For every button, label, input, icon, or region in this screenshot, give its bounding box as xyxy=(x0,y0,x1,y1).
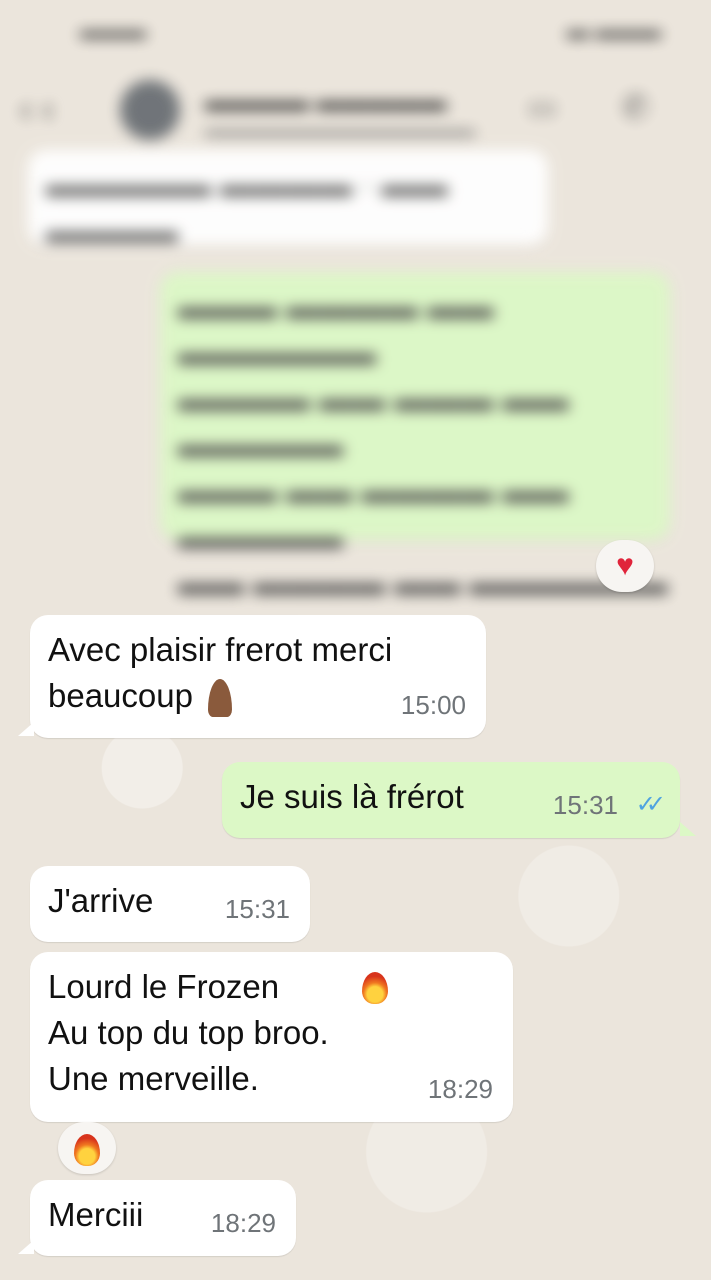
message-text: Je suis là frérot xyxy=(240,778,464,815)
incoming-message-1[interactable]: Avec plaisir frerot merci beaucoup 15:00 xyxy=(30,615,486,738)
message-text: Lourd le Frozen Au top du top broo. Une … xyxy=(48,968,329,1097)
bubble-tail xyxy=(18,722,34,736)
fire-reaction-icon[interactable] xyxy=(58,1122,116,1174)
message-time: 15:31 xyxy=(224,894,290,924)
message-text: Avec plaisir frerot merci beaucoup xyxy=(48,627,392,719)
status-bar: ▬▬▬ ▬ ▬▬▬ xyxy=(0,10,711,50)
video-call-icon[interactable]: ▭ xyxy=(528,90,556,125)
blurred-incoming-message: ▬▬▬▬▬ ▬▬▬▬ · ▬▬ ▬▬▬▬ xyxy=(28,150,548,249)
back-icon[interactable]: ‹ ‹ xyxy=(20,88,54,130)
heart-reaction-icon[interactable]: ♥ xyxy=(596,540,654,592)
avatar[interactable] xyxy=(120,80,180,140)
message-time: 15:31 xyxy=(552,790,618,820)
message-time: 18:29 xyxy=(427,1074,493,1104)
folded-hands-emoji xyxy=(202,679,238,718)
bubble-tail xyxy=(680,822,696,836)
message-text: Merciii xyxy=(48,1196,144,1233)
contact-status: ▬▬▬▬▬▬▬▬▬▬▬▬▬▬▬ xyxy=(205,120,475,140)
fire-emoji xyxy=(362,970,388,1004)
outgoing-message-2[interactable]: Je suis là frérot 15:31 ✓✓ xyxy=(222,762,680,838)
incoming-message-3[interactable]: J'arrive 15:31 xyxy=(30,866,310,942)
status-time: ▬▬▬ xyxy=(80,18,146,43)
message-time: 18:29 xyxy=(210,1208,276,1238)
phone-call-icon[interactable]: ✆ xyxy=(622,88,649,126)
chat-header: ‹ ‹ ▬▬▬▬ ▬▬▬▬▬ ▬▬▬▬▬▬▬▬▬▬▬▬▬▬▬ ▭ ✆ xyxy=(0,70,711,150)
bubble-tail xyxy=(18,1240,34,1254)
blurred-outgoing-message: ▬▬▬ ▬▬▬▬ ▬▬ ▬▬▬▬▬▬ ▬▬▬▬ ▬▬ ▬▬▬ ▬▬ ▬▬▬▬▬ … xyxy=(160,272,670,693)
contact-name[interactable]: ▬▬▬▬ ▬▬▬▬▬ xyxy=(205,86,446,117)
incoming-message-5[interactable]: Merciii 18:29 xyxy=(30,1180,296,1256)
incoming-message-4[interactable]: Lourd le Frozen Au top du top broo. Une … xyxy=(30,952,513,1122)
status-icons: ▬ ▬▬▬ xyxy=(566,18,661,43)
read-ticks-icon: ✓✓ xyxy=(635,791,666,818)
message-time: 15:00 xyxy=(400,690,466,720)
message-text: J'arrive xyxy=(48,882,154,919)
blurred-region: ▬▬▬ ▬ ▬▬▬ ‹ ‹ ▬▬▬▬ ▬▬▬▬▬ ▬▬▬▬▬▬▬▬▬▬▬▬▬▬▬… xyxy=(0,0,711,693)
